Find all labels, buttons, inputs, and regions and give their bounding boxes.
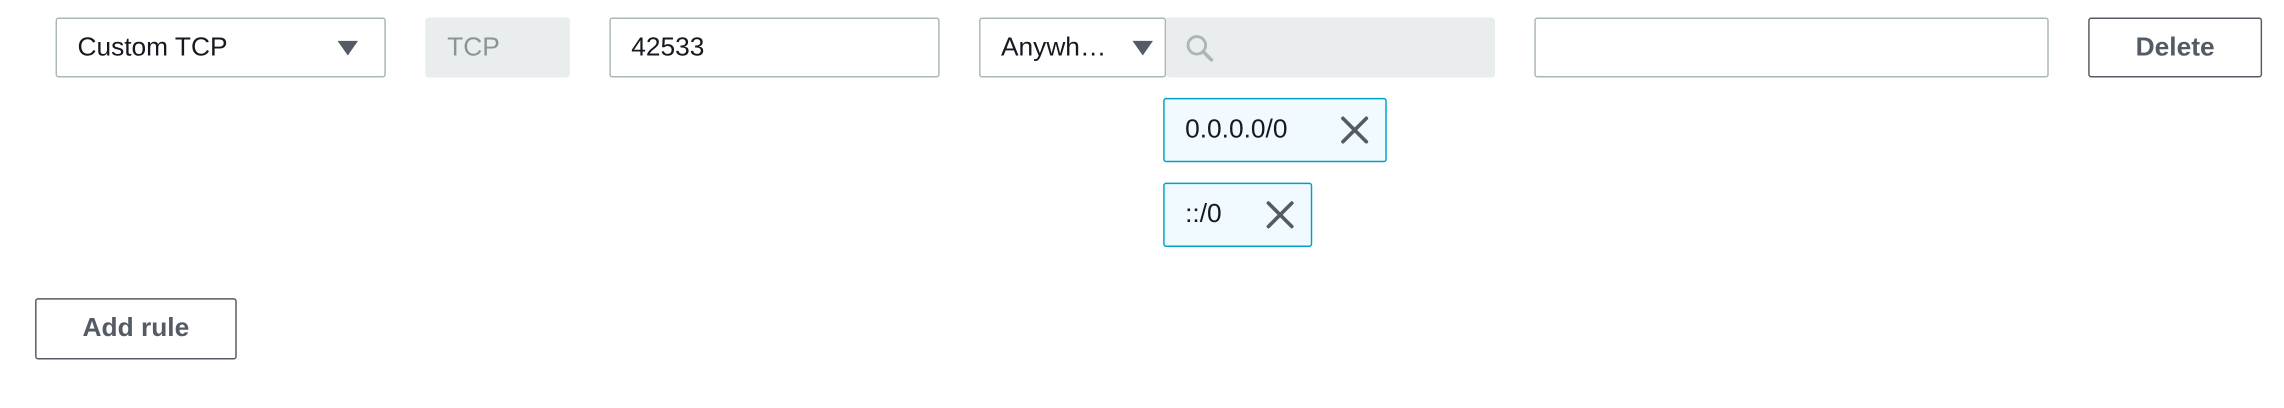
cidr-token-label: ::/0 (1185, 198, 1222, 228)
delete-button[interactable]: Delete (2088, 17, 2263, 78)
cidr-search-input[interactable] (1166, 17, 1495, 78)
add-rule-button[interactable]: Add rule (35, 298, 237, 360)
port-range-value: 42533 (631, 32, 705, 62)
cidr-token: 0.0.0.0/0 (1163, 97, 1387, 163)
description-input[interactable] (1534, 17, 2049, 78)
cidr-token-label: 0.0.0.0/0 (1185, 113, 1288, 144)
close-icon[interactable] (1264, 199, 1296, 231)
source-select-value: Anywh… (1000, 32, 1107, 62)
caret-down-icon (337, 40, 359, 56)
add-rule-button-label: Add rule (82, 312, 190, 342)
caret-down-icon (1132, 40, 1153, 56)
close-icon[interactable] (1339, 114, 1371, 146)
port-range-input[interactable]: 42533 (609, 17, 940, 78)
type-select-value: Custom TCP (77, 32, 228, 62)
delete-button-label: Delete (2135, 32, 2215, 62)
cidr-token: ::/0 (1163, 182, 1313, 247)
source-select[interactable]: Anywh… (979, 17, 1167, 78)
protocol-field: TCP (425, 17, 570, 78)
inbound-rules-editor: Custom TCP TCP 42533 Anywh… 0.0.0.0/0 ::… (0, 0, 2284, 408)
protocol-value: TCP (447, 32, 500, 62)
search-icon (1186, 35, 1214, 62)
type-select[interactable]: Custom TCP (55, 17, 386, 78)
